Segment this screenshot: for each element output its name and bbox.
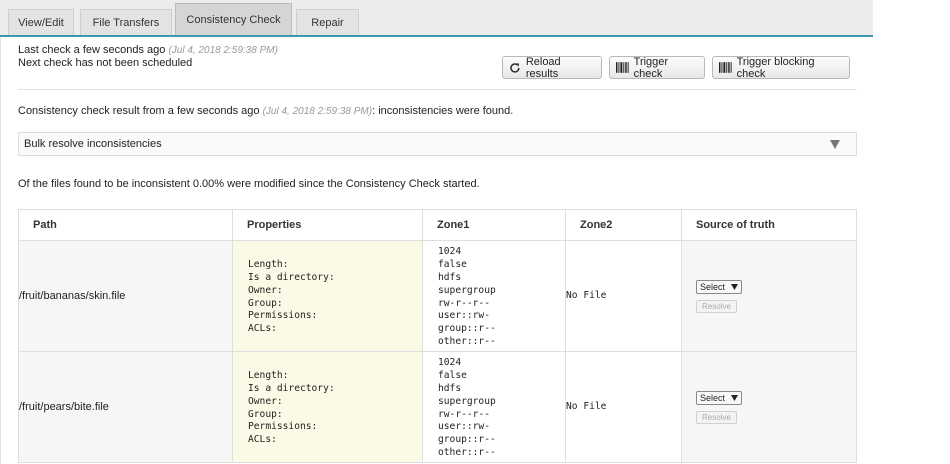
header-zone2: Zone2 [565, 209, 682, 241]
source-of-truth-cell: Select Resolve [681, 351, 857, 463]
tab-bar: View/Edit File Transfers Consistency Che… [0, 0, 873, 37]
result-summary: Consistency check result from a few seco… [18, 105, 513, 117]
property-labels: Length: Is a directory: Owner: Group: Pe… [248, 369, 335, 446]
zone1-cell: 1024 false hdfs supergroup rw-r--r-- use… [422, 240, 566, 352]
table-header-row: Path Properties Zone1 Zone2 Source of tr… [18, 209, 857, 241]
reload-results-button[interactable]: Reload results [502, 55, 602, 80]
properties-cell: Length: Is a directory: Owner: Group: Pe… [232, 351, 423, 463]
properties-cell: Length: Is a directory: Owner: Group: Pe… [232, 240, 423, 352]
table-row: /fruit/bananas/skin.file Length: Is a di… [18, 240, 857, 352]
zone2-cell: No File [565, 351, 682, 463]
source-select[interactable]: Select [696, 279, 743, 294]
trigger-blocking-check-label: Trigger blocking check [736, 55, 815, 80]
trigger-check-button[interactable]: Trigger check [609, 55, 705, 80]
source-select[interactable]: Select [696, 390, 743, 405]
zone1-values: 1024 false hdfs supergroup rw-r--r-- use… [438, 356, 496, 459]
refresh-icon [510, 62, 520, 73]
table-row: /fruit/pears/bite.file Length: Is a dire… [18, 351, 857, 463]
zone1-values: 1024 false hdfs supergroup rw-r--r-- use… [438, 245, 496, 348]
modified-summary: Of the files found to be inconsistent 0.… [18, 178, 480, 190]
header-zone1: Zone1 [422, 209, 566, 241]
trigger-blocking-check-button[interactable]: Trigger blocking check [712, 55, 850, 80]
last-check-time: (Jul 4, 2018 2:59:38 PM) [168, 45, 278, 56]
tab-label: View/Edit [18, 17, 64, 29]
select-label: Select [700, 392, 726, 403]
resolve-button[interactable]: Resolve [696, 410, 737, 424]
result-prefix: Consistency check result from a few seco… [18, 105, 260, 117]
divider [18, 89, 857, 90]
triangle-down-icon [731, 394, 739, 401]
zone2-value: No File [566, 290, 607, 302]
trigger-check-label: Trigger check [633, 55, 669, 80]
path-cell: /fruit/pears/bite.file [18, 351, 233, 463]
barcode-icon [616, 62, 629, 73]
select-label: Select [700, 281, 726, 292]
inconsistency-table: Path Properties Zone1 Zone2 Source of tr… [18, 209, 857, 463]
next-check-status: Next check has not been scheduled [18, 57, 193, 69]
triangle-down-icon [731, 283, 739, 290]
result-suffix: : inconsistencies were found. [372, 105, 514, 117]
tab-label: Repair [311, 17, 344, 29]
triangle-down-icon [830, 140, 840, 149]
header-source-of-truth: Source of truth [681, 209, 857, 241]
barcode-icon [719, 62, 732, 73]
last-check-status: Last check a few seconds ago (Jul 4, 201… [18, 44, 278, 56]
last-check-label: Last check a few seconds ago [18, 44, 166, 56]
reload-results-label: Reload results [525, 55, 561, 80]
property-labels: Length: Is a directory: Owner: Group: Pe… [248, 258, 335, 335]
header-properties: Properties [232, 209, 423, 241]
path-cell: /fruit/bananas/skin.file [18, 240, 233, 352]
zone2-value: No File [566, 401, 607, 413]
bulk-resolve-label: Bulk resolve inconsistencies [24, 138, 162, 150]
source-of-truth-cell: Select Resolve [681, 240, 857, 352]
zone1-cell: 1024 false hdfs supergroup rw-r--r-- use… [422, 351, 566, 463]
result-time: (Jul 4, 2018 2:59:38 PM) [262, 106, 373, 117]
zone2-cell: No File [565, 240, 682, 352]
tab-consistency-check[interactable]: Consistency Check [175, 3, 292, 35]
tab-file-transfers[interactable]: File Transfers [80, 9, 172, 35]
tab-repair[interactable]: Repair [296, 9, 359, 35]
tab-label: File Transfers [92, 17, 160, 29]
resolve-button[interactable]: Resolve [696, 299, 737, 313]
tab-label: Consistency Check [186, 14, 281, 26]
bulk-resolve-expander[interactable]: Bulk resolve inconsistencies [18, 132, 857, 156]
tab-view-edit[interactable]: View/Edit [8, 9, 74, 35]
header-path: Path [18, 209, 233, 241]
